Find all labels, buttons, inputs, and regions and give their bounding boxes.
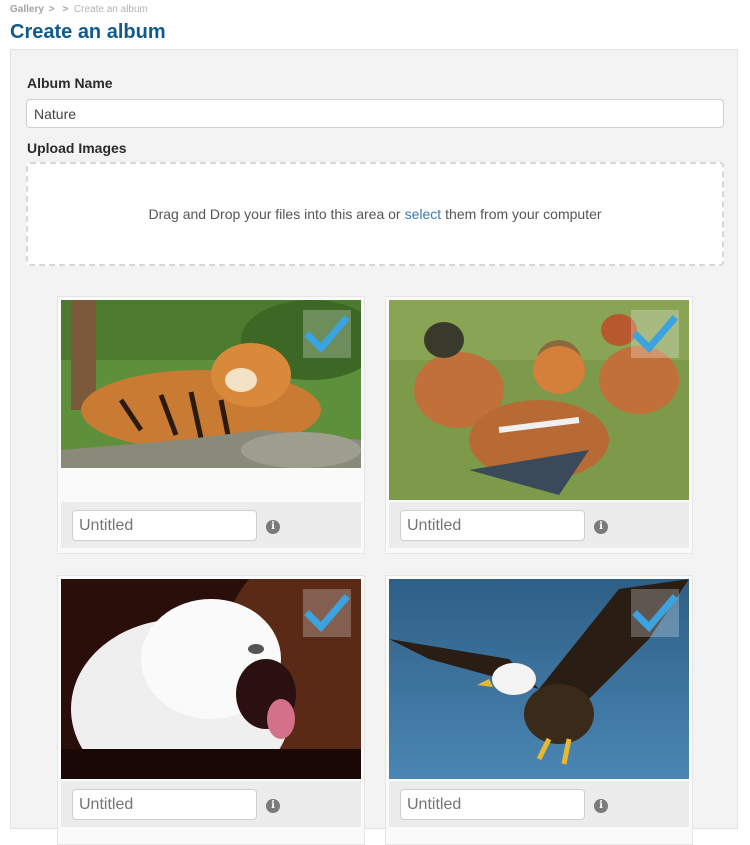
image-card-footer: i <box>389 502 689 548</box>
page-title: Create an album <box>10 21 166 43</box>
info-icon[interactable]: i <box>266 799 280 813</box>
image-card-footer: i <box>61 781 361 827</box>
image-card: i <box>385 296 693 554</box>
breadcrumb-gallery-link[interactable]: Gallery <box>10 4 44 15</box>
image-card-footer: i <box>389 781 689 827</box>
upload-images-label: Upload Images <box>27 140 127 156</box>
upload-dropzone[interactable]: Drag and Drop your files into this area … <box>26 162 724 266</box>
select-checkbox[interactable] <box>303 310 351 358</box>
image-title-input[interactable] <box>400 789 585 820</box>
select-checkbox[interactable] <box>631 589 679 637</box>
dropzone-text: them from your computer <box>445 206 602 222</box>
breadcrumb: Gallery > > Create an album <box>10 4 148 15</box>
image-card: i <box>57 575 365 845</box>
image-card-footer: i <box>61 502 361 548</box>
select-checkbox[interactable] <box>303 589 351 637</box>
checkmark-icon <box>632 315 678 354</box>
image-title-input[interactable] <box>72 510 257 541</box>
info-icon[interactable]: i <box>594 520 608 534</box>
select-files-link[interactable]: select <box>405 206 442 222</box>
breadcrumb-current: Create an album <box>73 4 148 15</box>
select-checkbox[interactable] <box>631 310 679 358</box>
album-name-label: Album Name <box>27 75 113 91</box>
image-title-input[interactable] <box>400 510 585 541</box>
image-title-input[interactable] <box>72 789 257 820</box>
breadcrumb-separator: > <box>62 4 69 15</box>
album-name-input[interactable] <box>26 99 724 128</box>
image-card: i <box>57 296 365 554</box>
image-card: i <box>385 575 693 845</box>
checkmark-icon <box>632 594 678 633</box>
checkmark-icon <box>304 594 350 633</box>
breadcrumb-separator: > <box>48 4 55 15</box>
info-icon[interactable]: i <box>594 799 608 813</box>
create-album-form: Album Name Upload Images Drag and Drop y… <box>10 49 738 845</box>
dropzone-text: Drag and Drop your files into this area … <box>148 206 401 222</box>
checkmark-icon <box>304 315 350 354</box>
info-icon[interactable]: i <box>266 520 280 534</box>
